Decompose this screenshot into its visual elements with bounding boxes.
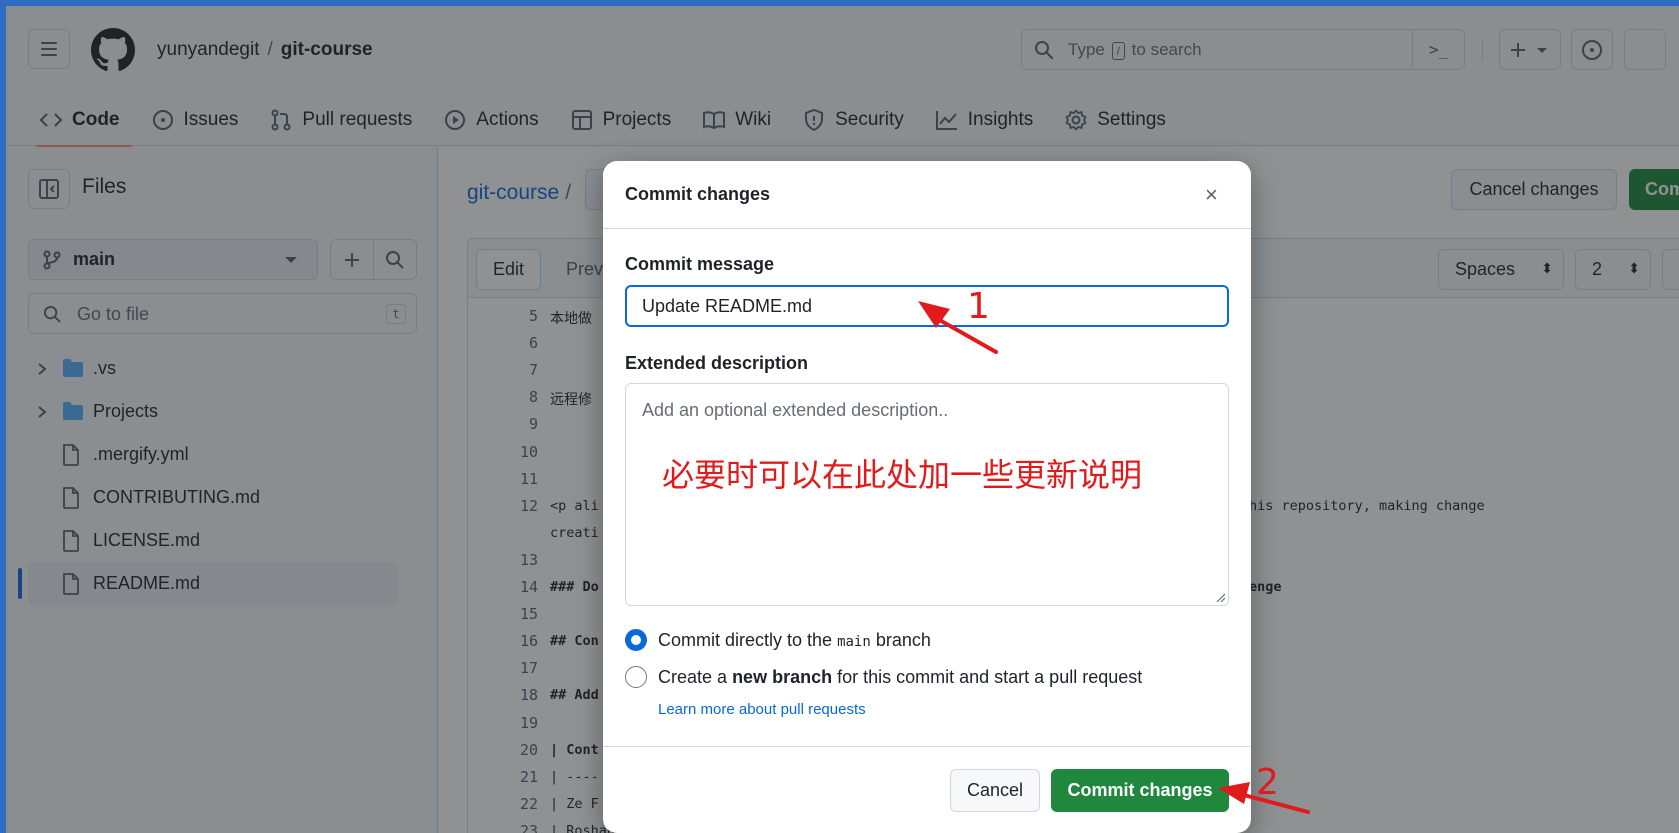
annotation-number-2: 2 — [1256, 762, 1279, 803]
annotation-note: 必要时可以在此处加一些更新说明 — [662, 456, 1143, 494]
commit-direct-radio[interactable] — [625, 629, 647, 651]
annotation-number-1: 1 — [967, 286, 990, 327]
description-placeholder: Add an optional extended description.. — [642, 400, 949, 420]
resize-handle-icon[interactable] — [1215, 592, 1225, 602]
dialog-title: Commit changes — [625, 184, 771, 204]
close-icon[interactable]: × — [1205, 184, 1218, 206]
commit-message-input[interactable]: Update README.md — [625, 285, 1229, 327]
commit-direct-label[interactable]: Commit directly to the main branch — [658, 630, 931, 651]
commit-message-label: Commit message — [625, 254, 775, 274]
browser-page: yunyandegit/git-course Type / to search … — [6, 6, 1679, 833]
commit-dialog: Commit changes × Commit message Update R… — [603, 161, 1251, 833]
cancel-button[interactable]: Cancel — [950, 769, 1040, 812]
dialog-header: Commit changes × — [603, 161, 1251, 229]
commit-changes-button[interactable]: Commit changes — [1051, 769, 1229, 812]
branch-code: main — [837, 634, 871, 650]
create-branch-label[interactable]: Create a new branch for this commit and … — [658, 667, 1142, 688]
extended-description-label: Extended description — [625, 353, 809, 373]
create-branch-radio[interactable] — [625, 666, 647, 688]
dialog-footer-divider — [603, 746, 1251, 747]
learn-more-link[interactable]: Learn more about pull requests — [658, 701, 866, 718]
